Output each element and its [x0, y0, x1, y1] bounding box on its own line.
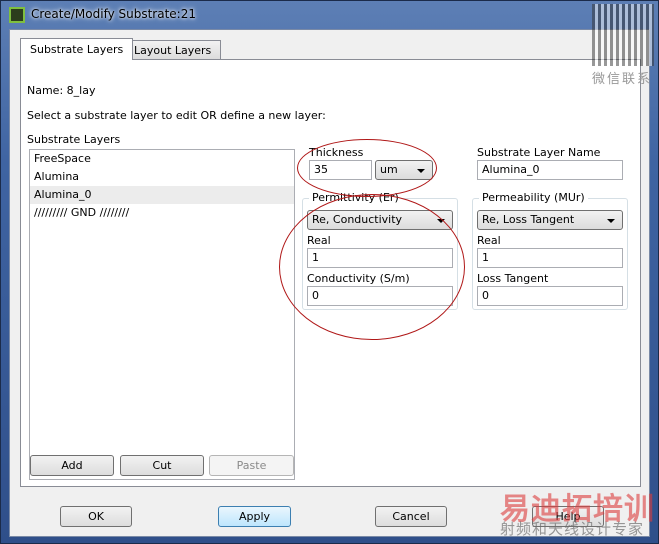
app-icon: [9, 7, 25, 23]
annotation-ellipse: [279, 194, 465, 340]
list-item[interactable]: Alumina: [30, 168, 294, 186]
substrate-layers-panel: Name: 8_lay Select a substrate layer to …: [20, 59, 641, 487]
paste-button[interactable]: Paste: [209, 455, 294, 476]
permeability-group: Permeability (MUr) Re, Loss Tangent Real…: [472, 191, 628, 310]
watermark-tagline: 射频和天线设计专家: [500, 520, 645, 538]
permeability-mode-select[interactable]: Re, Loss Tangent: [477, 210, 623, 230]
cut-button[interactable]: Cut: [120, 455, 204, 476]
apply-button[interactable]: Apply: [218, 506, 291, 527]
permeability-mode-value: Re, Loss Tangent: [482, 213, 575, 226]
annotation-ellipse: [297, 139, 437, 197]
tab-layout-layers[interactable]: Layout Layers: [124, 40, 222, 59]
qr-code-watermark: [592, 4, 654, 66]
window-title: Create/Modify Substrate:21: [31, 7, 196, 21]
layer-name-input[interactable]: Alumina_0: [477, 160, 623, 180]
permeability-label: Permeability (MUr): [479, 191, 588, 204]
watermark-caption: 微信联系: [592, 72, 653, 87]
list-item[interactable]: FreeSpace: [30, 150, 294, 168]
add-button[interactable]: Add: [30, 455, 114, 476]
list-item[interactable]: ///////// GND ////////: [30, 204, 294, 222]
substrate-layers-list[interactable]: FreeSpace Alumina Alumina_0 ///////// GN…: [29, 149, 295, 480]
dialog-window: Create/Modify Substrate:21 Substrate Lay…: [0, 0, 659, 544]
tab-substrate-layers[interactable]: Substrate Layers: [20, 38, 134, 60]
loss-tangent-label: Loss Tangent: [477, 272, 549, 285]
list-item-selected[interactable]: Alumina_0: [30, 186, 294, 204]
layer-name-label: Substrate Layer Name: [477, 146, 601, 159]
permeability-real-label: Real: [477, 234, 501, 247]
cancel-button[interactable]: Cancel: [375, 506, 447, 527]
dialog-body: Substrate Layers Layout Layers Name: 8_l…: [9, 29, 650, 537]
layers-list-label: Substrate Layers: [27, 133, 121, 146]
substrate-name-label: Name: 8_lay: [27, 84, 96, 97]
title-bar[interactable]: Create/Modify Substrate:21: [1, 1, 658, 29]
instruction-text: Select a substrate layer to edit OR defi…: [27, 109, 326, 122]
chevron-down-icon: [607, 219, 615, 223]
loss-tangent-input[interactable]: 0: [477, 286, 623, 306]
permeability-real-input[interactable]: 1: [477, 248, 623, 268]
ok-button[interactable]: OK: [60, 506, 132, 527]
